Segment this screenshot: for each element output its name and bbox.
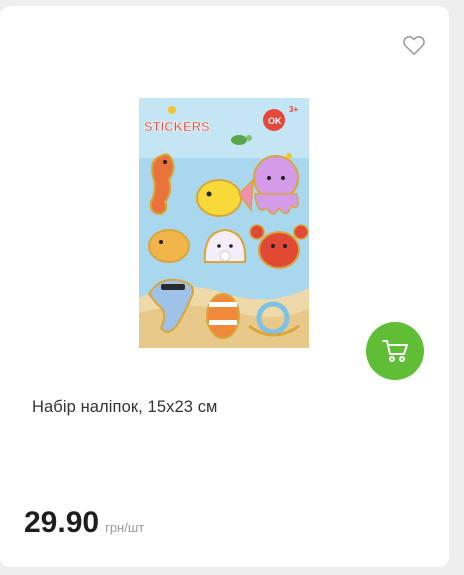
favorite-button[interactable] — [401, 32, 427, 58]
clownfish-sticker — [206, 293, 240, 339]
add-to-cart-button[interactable] — [366, 322, 424, 380]
price: 29.90 грн/шт — [24, 506, 144, 540]
age-label: 3+ — [289, 105, 298, 114]
pufferfish-sticker — [148, 229, 190, 263]
product-image[interactable]: STICKERS OK 3+ — [139, 98, 309, 348]
product-card[interactable]: STICKERS OK 3+ Набір наліпок, 15х23 см 2… — [0, 6, 449, 567]
heart-icon — [403, 35, 425, 55]
price-value: 29.90 — [24, 506, 100, 539]
sticker-header-text: STICKERS — [144, 119, 210, 134]
octopus-sticker — [253, 153, 299, 215]
brand-mark-text: OK — [268, 116, 282, 126]
product-title[interactable]: Набір наліпок, 15х23 см — [32, 398, 217, 417]
shopping-cart-icon — [382, 340, 408, 362]
price-unit: грн/шт — [105, 520, 145, 535]
